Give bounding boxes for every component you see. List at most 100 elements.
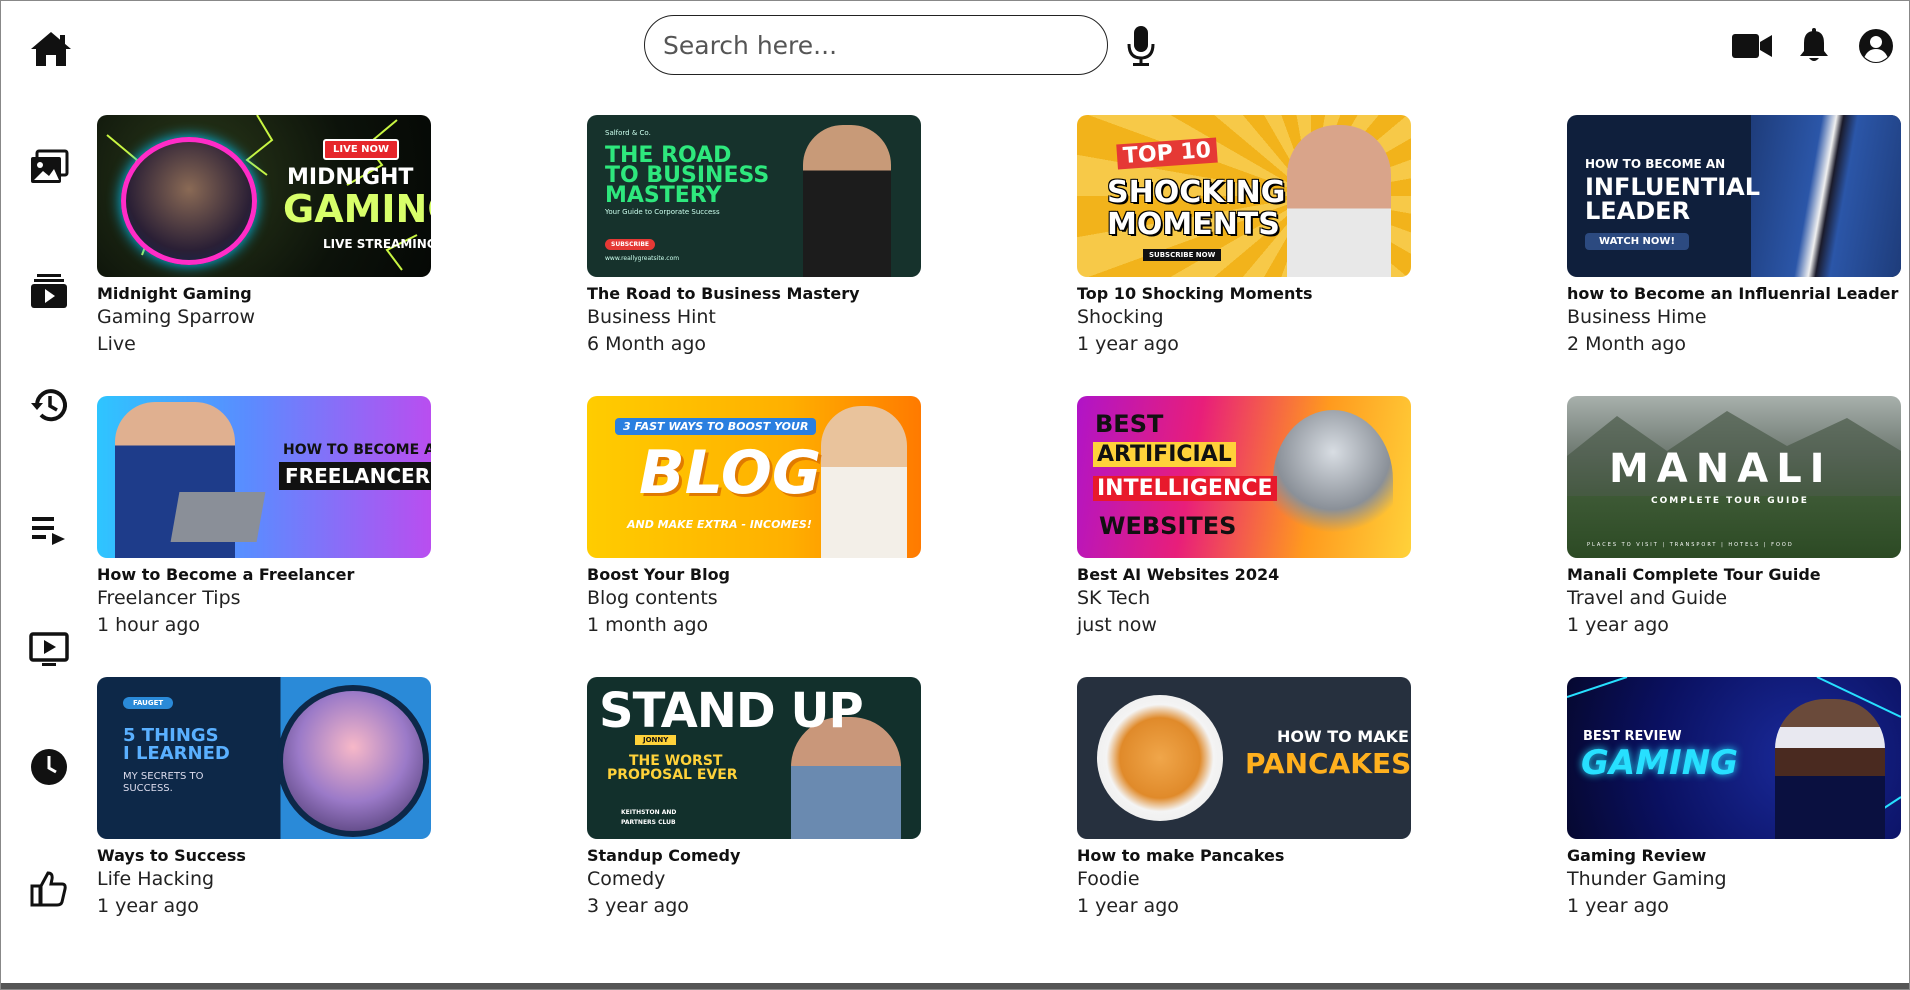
video-title[interactable]: Manali Complete Tour Guide <box>1567 565 1907 585</box>
channel-name[interactable]: Blog contents <box>587 585 927 612</box>
video-age: 1 year ago <box>1077 895 1179 917</box>
history-icon[interactable] <box>29 385 69 425</box>
video-thumbnail[interactable]: HOW TO MAKE PANCAKES <box>1077 677 1411 839</box>
thumb-line3: INTELLIGENCE <box>1093 476 1277 501</box>
video-title[interactable]: How to make Pancakes <box>1077 846 1417 866</box>
video-title[interactable]: Gaming Review <box>1567 846 1907 866</box>
video-card[interactable]: BEST REVIEW GAMING Gaming Review Thunder… <box>1567 677 1907 920</box>
robot-figure <box>1273 410 1393 550</box>
laptop-shape <box>170 492 266 542</box>
subscriptions-icon[interactable] <box>29 271 69 311</box>
video-age: 1 year ago <box>97 895 199 917</box>
photo-gallery-icon[interactable] <box>29 147 69 187</box>
video-thumbnail[interactable]: LIVE NOW MIDNIGHT GAMING LIVE STREAMING <box>97 115 431 277</box>
thumb-line2: ARTIFICIAL <box>1093 442 1236 467</box>
video-age: 2 Month ago <box>1567 333 1687 355</box>
video-thumbnail[interactable]: STAND UP JONNY THE WORST PROPOSAL EVER K… <box>587 677 921 839</box>
thumb-line2: I LEARNED <box>123 743 230 764</box>
thumb-line1: STAND UP <box>599 683 864 739</box>
businessman-photo <box>1751 115 1901 277</box>
channel-name[interactable]: Comedy <box>587 866 927 893</box>
video-thumbnail[interactable]: 3 FAST WAYS TO BOOST YOUR BLOG AND MAKE … <box>587 396 921 558</box>
thumb-line1: BEST REVIEW <box>1583 729 1682 744</box>
video-card[interactable]: HOW TO BECOME AN INFLUENTIAL LEADER WATC… <box>1567 115 1907 358</box>
search-input[interactable] <box>661 24 1085 66</box>
video-age: 3 year ago <box>587 895 689 917</box>
thumb-line3: MASTERY <box>605 183 722 208</box>
video-title[interactable]: The Road to Business Mastery <box>587 284 927 304</box>
video-card[interactable]: Salford & Co. THE ROAD TO BUSINESS MASTE… <box>587 115 927 358</box>
video-title[interactable]: How to Become a Freelancer <box>97 565 437 585</box>
video-age: 1 year ago <box>1567 895 1669 917</box>
video-title[interactable]: Midnight Gaming <box>97 284 437 304</box>
video-card[interactable]: STAND UP JONNY THE WORST PROPOSAL EVER K… <box>587 677 927 920</box>
video-thumbnail[interactable]: HOW TO BECOME A FREELANCER <box>97 396 431 558</box>
home-icon[interactable] <box>29 29 73 69</box>
channel-name[interactable]: Shocking <box>1077 304 1417 331</box>
thumb-badge: FAUGET <box>123 697 174 709</box>
liked-videos-icon[interactable] <box>29 869 69 909</box>
video-age: 1 year ago <box>1077 333 1179 355</box>
watch-later-icon[interactable] <box>29 747 69 787</box>
channel-name[interactable]: Travel and Guide <box>1567 585 1907 612</box>
channel-name[interactable]: Business Hime <box>1567 304 1907 331</box>
blogger-photo <box>821 406 907 558</box>
video-age: Live <box>97 333 136 355</box>
video-title[interactable]: Standup Comedy <box>587 846 927 866</box>
video-card[interactable]: HOW TO BECOME A FREELANCER How to Become… <box>97 396 437 639</box>
video-card[interactable]: BEST ARTIFICIAL INTELLIGENCE WEBSITES Be… <box>1077 396 1417 639</box>
video-card[interactable]: TOP 10 SHOCKING MOMENTS SUBSCRIBE NOW To… <box>1077 115 1417 358</box>
video-age: 6 Month ago <box>587 333 707 355</box>
video-camera-icon[interactable] <box>1731 31 1773 61</box>
channel-name[interactable]: Gaming Sparrow <box>97 304 437 331</box>
channel-name[interactable]: Thunder Gaming <box>1567 866 1907 893</box>
window-bottom-edge <box>1 983 1909 989</box>
your-videos-icon[interactable] <box>29 629 69 669</box>
video-title[interactable]: Top 10 Shocking Moments <box>1077 284 1417 304</box>
video-thumbnail[interactable]: HOW TO BECOME AN INFLUENTIAL LEADER WATC… <box>1567 115 1901 277</box>
thumb-line1: BEST <box>1095 410 1164 438</box>
microphone-icon[interactable] <box>1125 25 1157 67</box>
thumb-subscribe-button: SUBSCRIBE NOW <box>1143 249 1222 261</box>
video-title[interactable]: Best AI Websites 2024 <box>1077 565 1417 585</box>
channel-name[interactable]: SK Tech <box>1077 585 1417 612</box>
thumb-line3: AND MAKE EXTRA - INCOMES! <box>627 518 812 531</box>
account-icon[interactable] <box>1858 28 1894 64</box>
video-card[interactable]: FAUGET 5 THINGS I LEARNED MY SECRETS TO … <box>97 677 437 920</box>
playlist-icon[interactable] <box>29 511 69 551</box>
thumb-line3: PLACES TO VISIT | TRANSPORT | HOTELS | F… <box>1587 542 1794 548</box>
video-card[interactable]: HOW TO MAKE PANCAKES How to make Pancake… <box>1077 677 1417 920</box>
thumb-line1: MANALI <box>1609 446 1833 492</box>
thumb-sub: Your Guide to Corporate Success <box>605 208 720 216</box>
thumb-line2: PANCAKES <box>1245 747 1411 780</box>
video-thumbnail[interactable]: MANALI COMPLETE TOUR GUIDE PLACES TO VIS… <box>1567 396 1901 558</box>
channel-name[interactable]: Freelancer Tips <box>97 585 437 612</box>
video-card[interactable]: 3 FAST WAYS TO BOOST YOUR BLOG AND MAKE … <box>587 396 927 639</box>
video-card[interactable]: LIVE NOW MIDNIGHT GAMING LIVE STREAMING … <box>97 115 437 358</box>
thumb-line2: SHOCKING <box>1107 175 1286 210</box>
video-thumbnail[interactable]: FAUGET 5 THINGS I LEARNED MY SECRETS TO … <box>97 677 431 839</box>
thumb-line2: GAMING <box>1581 743 1739 783</box>
channel-name[interactable]: Life Hacking <box>97 866 437 893</box>
channel-name[interactable]: Business Hint <box>587 304 927 331</box>
video-thumbnail[interactable]: Salford & Co. THE ROAD TO BUSINESS MASTE… <box>587 115 921 277</box>
video-thumbnail[interactable]: BEST REVIEW GAMING <box>1567 677 1901 839</box>
thumb-line3: LEADER <box>1585 197 1691 225</box>
notification-bell-icon[interactable] <box>1798 28 1830 64</box>
live-now-badge: LIVE NOW <box>323 139 400 160</box>
video-thumbnail[interactable]: BEST ARTIFICIAL INTELLIGENCE WEBSITES <box>1077 396 1411 558</box>
video-title[interactable]: Boost Your Blog <box>587 565 927 585</box>
thumb-line1: HOW TO MAKE <box>1277 727 1409 746</box>
sunset-circle-photo <box>277 685 429 837</box>
thumb-line1: TOP 10 <box>1116 137 1218 170</box>
video-thumbnail[interactable]: TOP 10 SHOCKING MOMENTS SUBSCRIBE NOW <box>1077 115 1411 277</box>
thumb-line1: HOW TO BECOME A <box>283 442 431 458</box>
shocked-woman-photo <box>1287 125 1391 277</box>
video-card[interactable]: MANALI COMPLETE TOUR GUIDE PLACES TO VIS… <box>1567 396 1907 639</box>
video-title[interactable]: how to Become an Influenrial Leader <box>1567 284 1907 304</box>
video-age: just now <box>1077 614 1157 636</box>
video-title[interactable]: Ways to Success <box>97 846 437 866</box>
channel-name[interactable]: Foodie <box>1077 866 1417 893</box>
thumb-url: www.reallygreatsite.com <box>605 255 680 262</box>
pancake-plate-photo <box>1097 695 1223 821</box>
